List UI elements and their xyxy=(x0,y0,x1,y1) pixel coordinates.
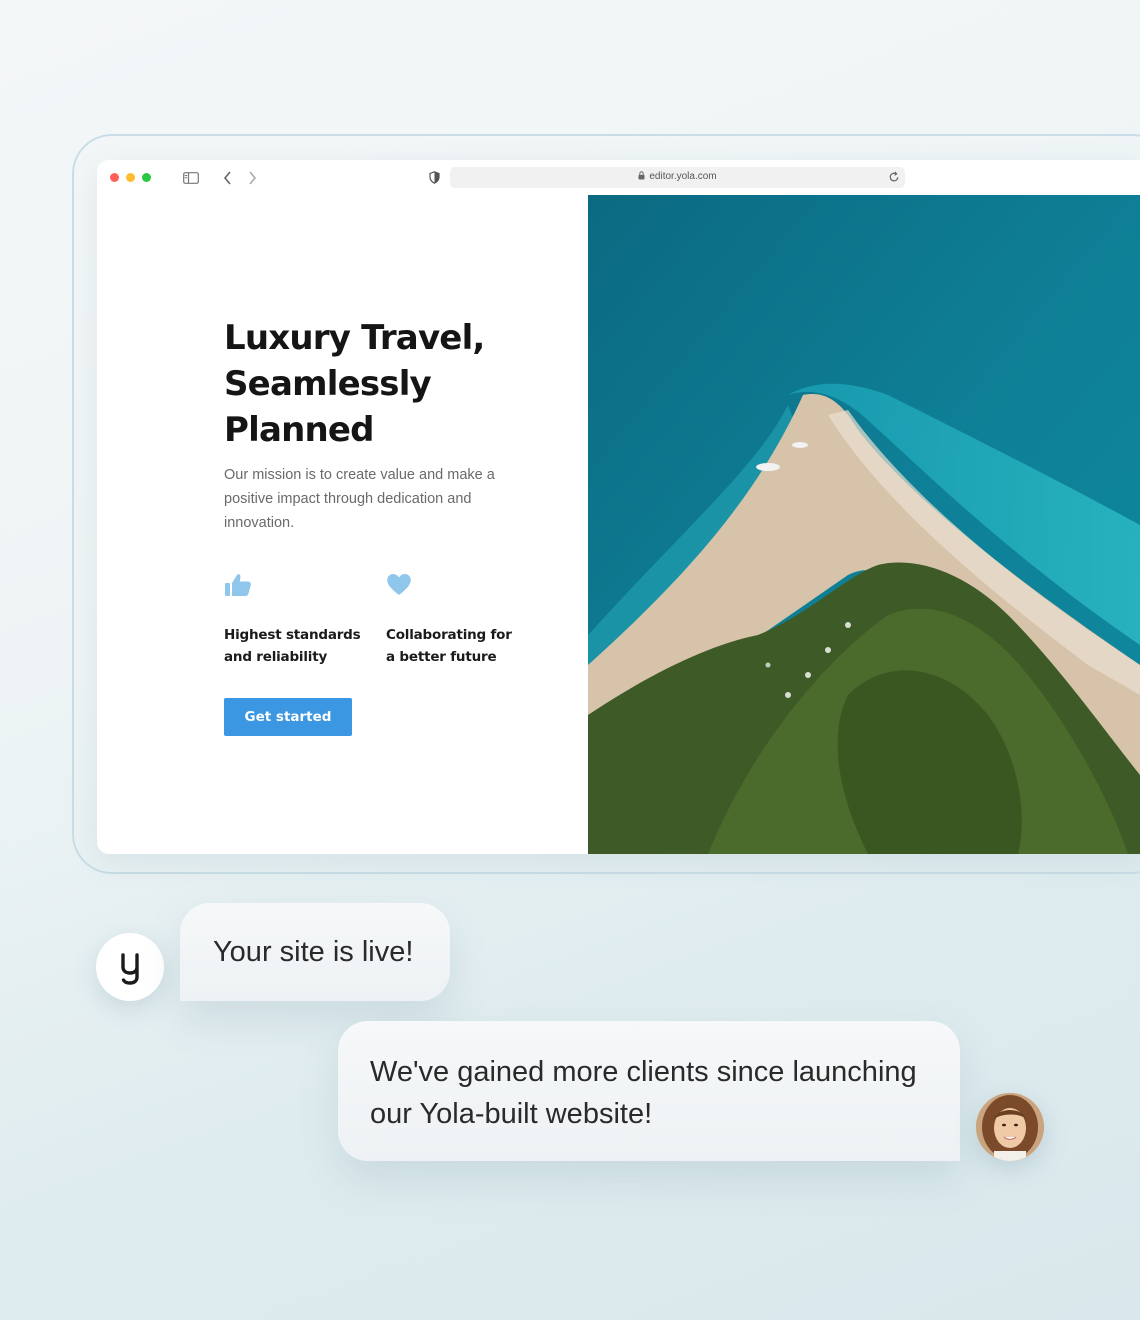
beach-aerial-image xyxy=(588,195,1140,854)
reload-icon[interactable] xyxy=(888,171,900,183)
hero-description: Our mission is to create value and make … xyxy=(224,467,495,531)
hero-title: Luxury Travel, Seamlessly Planned xyxy=(224,318,485,450)
yola-avatar xyxy=(96,933,164,1001)
lock-icon xyxy=(638,171,645,180)
shield-icon[interactable] xyxy=(429,171,440,184)
feature-subtitle: and reliability xyxy=(224,649,328,665)
chat-bubble-testimonial: We've gained more clients since launchin… xyxy=(338,1021,960,1161)
forward-arrow-icon[interactable] xyxy=(248,171,257,185)
chat-bubble-site-live: Your site is live! xyxy=(180,903,450,1001)
feature-title: Collaborating for xyxy=(386,627,512,643)
thumbs-up-icon xyxy=(225,574,251,596)
minimize-window-button[interactable] xyxy=(126,173,135,182)
browser-window: editor.yola.com Luxury Travel, Seamlessl… xyxy=(97,160,1140,854)
hero-content: Luxury Travel, Seamlessly Planned Our mi… xyxy=(97,195,588,854)
user-photo xyxy=(976,1093,1044,1161)
heart-icon xyxy=(387,574,411,595)
sidebar-toggle-icon[interactable] xyxy=(183,172,199,184)
feature-subtitle: a better future xyxy=(386,649,497,665)
url-text: editor.yola.com xyxy=(649,171,717,182)
feature-standards: Highest standards and reliability xyxy=(224,571,374,668)
feature-collaboration: Collaborating for a better future xyxy=(386,571,536,668)
chat-message: Your site is live! xyxy=(213,936,414,968)
yola-logo-icon xyxy=(121,953,139,985)
chat-message-line: We've gained more clients since launchin… xyxy=(370,1056,917,1088)
address-bar[interactable]: editor.yola.com xyxy=(450,167,905,188)
browser-toolbar: editor.yola.com xyxy=(97,160,1140,196)
get-started-button[interactable]: Get started xyxy=(224,698,352,736)
back-arrow-icon[interactable] xyxy=(223,171,232,185)
feature-title: Highest standards xyxy=(224,627,361,643)
user-avatar xyxy=(976,1093,1044,1161)
close-window-button[interactable] xyxy=(110,173,119,182)
chat-message-line: our Yola-built website! xyxy=(370,1098,653,1130)
maximize-window-button[interactable] xyxy=(142,173,151,182)
